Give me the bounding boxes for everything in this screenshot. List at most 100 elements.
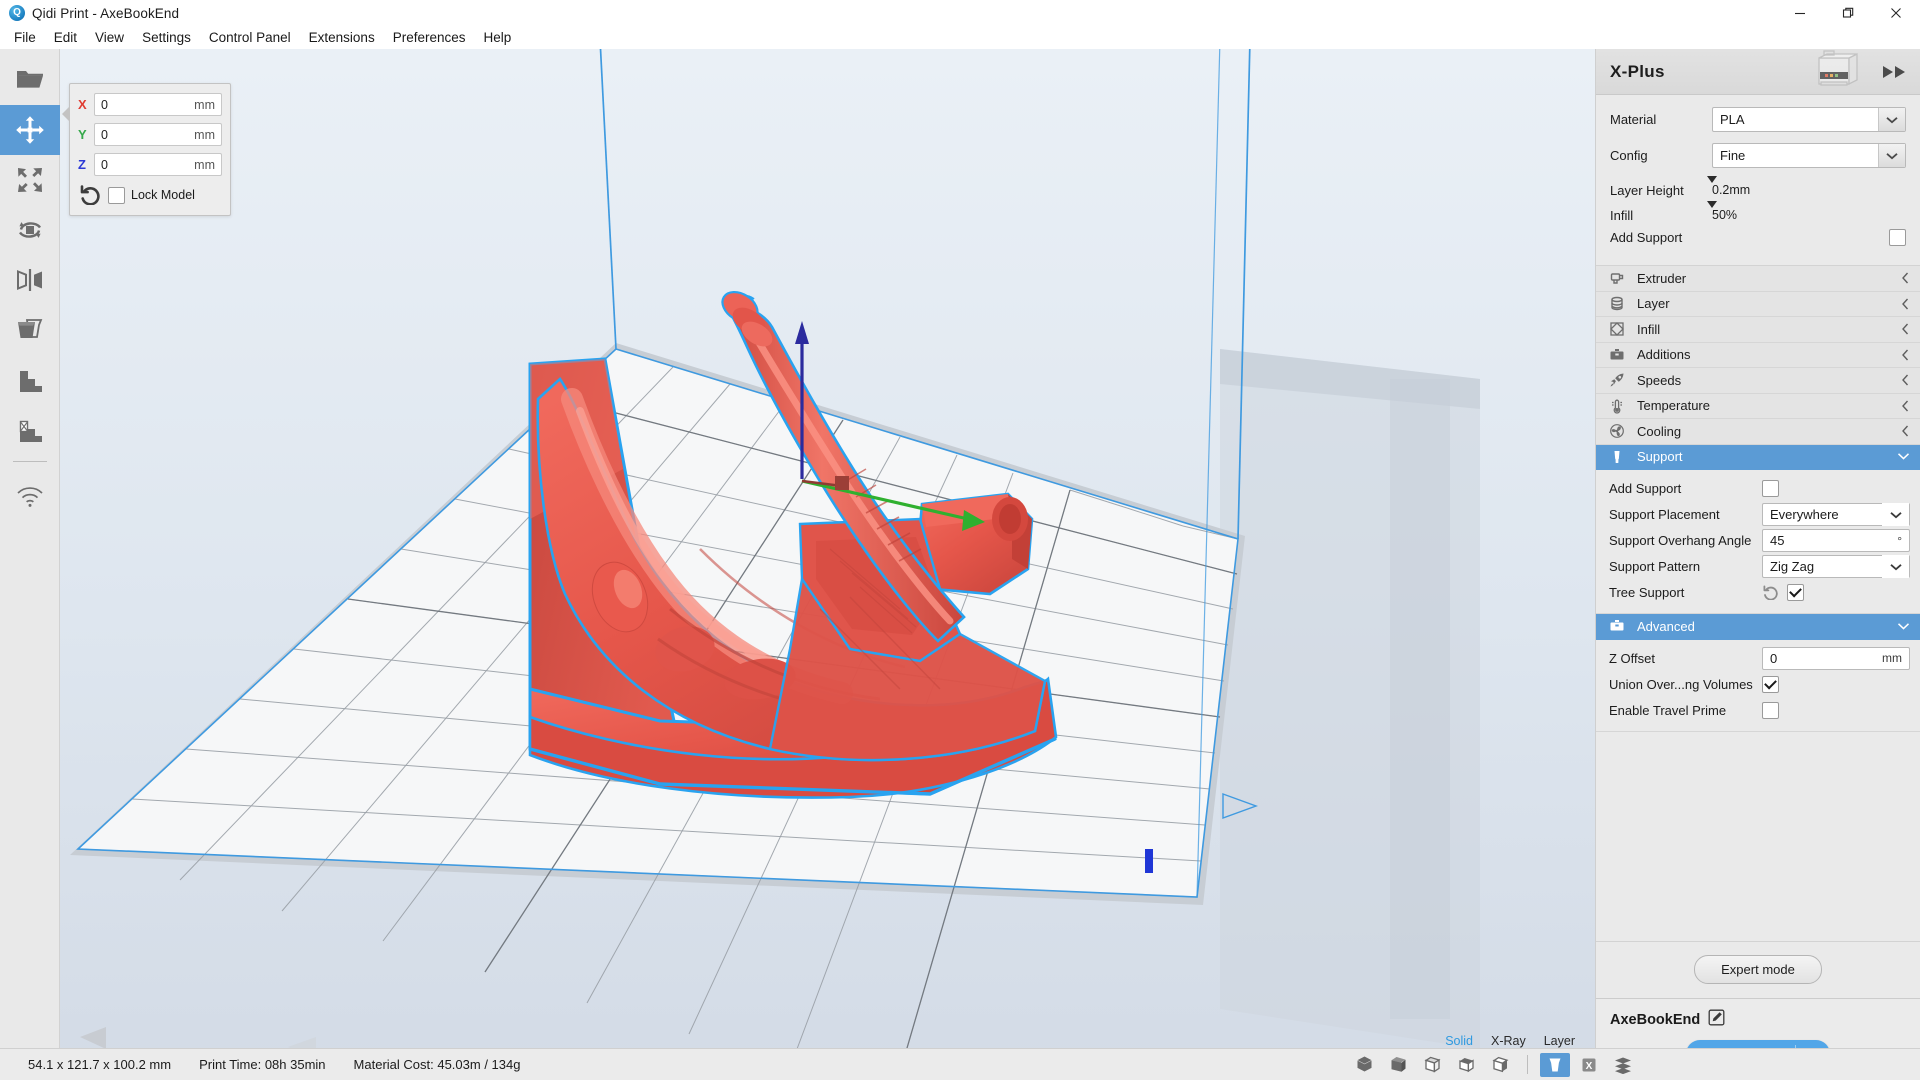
toolbox-icon	[1609, 347, 1631, 363]
chevron-down-icon	[1882, 503, 1909, 526]
scale-tool[interactable]	[0, 155, 60, 205]
undo-arrow-icon[interactable]	[1762, 585, 1779, 600]
position-x-row: X 0 mm	[78, 93, 222, 116]
wifi-connect-tool[interactable]	[0, 472, 60, 522]
stair-step-icon	[17, 368, 43, 392]
support-overhang-angle-unit: °	[1897, 533, 1902, 548]
tree-support-checkbox[interactable]	[1787, 584, 1804, 601]
view-left-icon[interactable]	[1451, 1053, 1481, 1077]
folder-open-icon	[15, 67, 45, 93]
position-x-unit: mm	[194, 97, 215, 112]
transform-panel: X 0 mm Y 0 mm Z 0 mm Lock Model	[62, 83, 231, 216]
section-infill[interactable]: Infill	[1596, 317, 1920, 343]
z-offset-input[interactable]: 0 mm	[1762, 646, 1910, 670]
maximize-icon[interactable]	[1824, 0, 1872, 27]
section-cooling[interactable]: Cooling	[1596, 419, 1920, 445]
view-layers-icon[interactable]	[1608, 1053, 1638, 1077]
view-xray-icon[interactable]: X	[1574, 1053, 1604, 1077]
support-placement-control: Everywhere	[1762, 503, 1910, 526]
chevron-left-icon	[1901, 349, 1910, 361]
section-advanced[interactable]: Advanced	[1596, 614, 1920, 640]
position-y-input[interactable]: 0 mm	[94, 123, 222, 146]
title-bar: Qidi Print - AxeBookEnd	[0, 0, 1920, 27]
view-mode-solid[interactable]: Solid	[1445, 1034, 1473, 1048]
3d-viewport[interactable]: X 0 mm Y 0 mm Z 0 mm Lock Model Solid X-…	[60, 49, 1595, 1080]
support-pattern-select[interactable]: Zig Zag	[1762, 555, 1910, 578]
support-overhang-angle-input[interactable]: 45 °	[1762, 529, 1910, 552]
view-top-icon[interactable]	[1417, 1053, 1447, 1077]
add-support-quick-checkbox[interactable]	[1889, 229, 1906, 246]
position-z-input[interactable]: 0 mm	[94, 153, 222, 176]
section-temperature[interactable]: Temperature	[1596, 393, 1920, 419]
printer-name: X-Plus	[1610, 61, 1665, 81]
union-overlapping-volumes-checkbox[interactable]	[1762, 675, 1779, 693]
union-overlapping-volumes-label: Union Over...ng Volumes	[1609, 676, 1753, 692]
view-isometric-icon[interactable]	[1349, 1053, 1379, 1077]
lock-model-checkbox[interactable]	[108, 186, 125, 204]
view-right-icon[interactable]	[1485, 1053, 1515, 1077]
rocket-icon	[1609, 372, 1631, 388]
view-solid-icon[interactable]	[1540, 1052, 1570, 1077]
chevron-down-icon	[1897, 452, 1910, 461]
z-offset-row: Z Offset 0 mm	[1609, 646, 1910, 671]
pencil-edit-icon[interactable]	[1708, 1009, 1725, 1031]
fan-icon	[1609, 423, 1631, 439]
chevron-left-icon	[1901, 272, 1910, 284]
section-support[interactable]: Support	[1596, 444, 1920, 470]
expert-mode-bar: Expert mode	[1596, 941, 1920, 998]
left-toolbar	[0, 49, 60, 1080]
layer-height-row: Layer Height 0.2mm	[1610, 176, 1906, 199]
per-model-settings-tool[interactable]	[0, 305, 60, 355]
minimize-icon[interactable]	[1776, 0, 1824, 27]
wifi-icon	[16, 486, 44, 508]
enable-travel-prime-checkbox[interactable]	[1762, 701, 1779, 719]
tree-support-label: Tree Support	[1609, 585, 1685, 600]
config-select[interactable]: Fine	[1712, 143, 1906, 168]
add-support-checkbox[interactable]	[1762, 480, 1779, 497]
settings-accordion: Extruder Layer Infill Additions Speeds T…	[1596, 265, 1920, 732]
rotate-tool[interactable]	[0, 205, 60, 255]
double-chevron-right-icon[interactable]	[1882, 64, 1908, 80]
layer-height-thumb[interactable]	[1707, 176, 1717, 183]
infill-thumb[interactable]	[1707, 201, 1717, 208]
qidi-logo-icon	[9, 5, 25, 21]
view-mode-xray[interactable]: X-Ray	[1491, 1034, 1526, 1048]
menu-file[interactable]: File	[5, 27, 45, 49]
section-layer[interactable]: Layer	[1596, 291, 1920, 317]
mirror-tool[interactable]	[0, 255, 60, 305]
split-model-tool[interactable]	[0, 405, 60, 455]
chevron-down-icon	[1878, 144, 1905, 167]
model-dimensions: 54.1 x 121.7 x 100.2 mm	[28, 1057, 172, 1072]
position-x-input[interactable]: 0 mm	[94, 93, 222, 116]
position-y-unit: mm	[194, 127, 215, 142]
support-pattern-row: Support Pattern Zig Zag	[1609, 554, 1910, 579]
menu-extensions[interactable]: Extensions	[300, 27, 384, 49]
view-mode-layer[interactable]: Layer	[1544, 1034, 1575, 1048]
material-cost: Material Cost: 45.03m / 134g	[353, 1057, 521, 1072]
section-additions[interactable]: Additions	[1596, 342, 1920, 368]
support-blocker-tool[interactable]	[0, 355, 60, 405]
move-tool[interactable]	[0, 105, 60, 155]
section-speeds[interactable]: Speeds	[1596, 368, 1920, 394]
material-select[interactable]: PLA	[1712, 107, 1906, 132]
view-front-icon[interactable]	[1383, 1053, 1413, 1077]
toolbox-icon	[1609, 618, 1631, 634]
move-arrows-icon	[15, 115, 45, 145]
printer-header: X-Plus	[1596, 49, 1920, 95]
position-x-value: 0	[101, 97, 108, 112]
toolbar-divider	[12, 461, 47, 462]
expert-mode-button[interactable]: Expert mode	[1694, 955, 1822, 984]
infill-label: Infill	[1610, 208, 1634, 223]
rotate-icon	[15, 216, 45, 244]
undo-arrow-icon[interactable]	[78, 183, 102, 207]
menu-edit[interactable]: Edit	[45, 27, 86, 49]
menu-control-panel[interactable]: Control Panel	[200, 27, 300, 49]
open-file-tool[interactable]	[0, 55, 60, 105]
menu-settings[interactable]: Settings	[133, 27, 200, 49]
section-extruder[interactable]: Extruder	[1596, 266, 1920, 292]
menu-view[interactable]: View	[86, 27, 133, 49]
close-icon[interactable]	[1872, 0, 1920, 27]
menu-preferences[interactable]: Preferences	[384, 27, 475, 49]
support-placement-select[interactable]: Everywhere	[1762, 503, 1910, 526]
menu-help[interactable]: Help	[475, 27, 521, 49]
